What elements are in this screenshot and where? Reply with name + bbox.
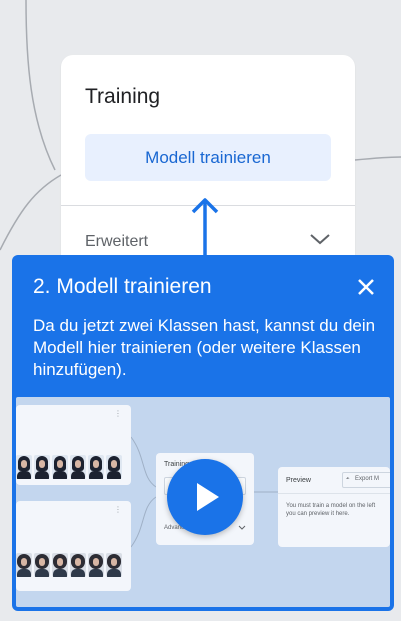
- sample-image: [16, 553, 32, 577]
- sample-image: [34, 455, 50, 479]
- sample-images-row-2: [16, 553, 122, 577]
- sample-image: [88, 455, 104, 479]
- close-icon[interactable]: [356, 277, 376, 297]
- mini-preview-text-1: You must train a model on the left: [286, 503, 376, 509]
- sample-image: [34, 553, 50, 577]
- sample-image: [52, 455, 68, 479]
- sample-images-row-1: [16, 455, 122, 479]
- train-model-button[interactable]: Modell trainieren: [85, 134, 331, 181]
- sample-image: [106, 553, 122, 577]
- play-button[interactable]: [167, 459, 243, 535]
- mini-preview-title: Preview: [286, 477, 311, 484]
- play-icon: [197, 483, 219, 511]
- sample-image: [52, 553, 68, 577]
- mini-preview-card: Preview ⩡ Export M You must train a mode…: [278, 467, 390, 547]
- filter-icon: ⩡: [346, 476, 350, 482]
- class-card-2: ⋮: [16, 501, 131, 591]
- tutorial-description: Da du jetzt zwei Klassen hast, kannst du…: [33, 316, 376, 379]
- sample-image: [70, 553, 86, 577]
- sample-image: [70, 455, 86, 479]
- divider: [278, 493, 390, 494]
- more-icon: ⋮: [114, 505, 123, 514]
- arrow-up-icon: [191, 198, 219, 256]
- more-icon: ⋮: [114, 409, 123, 418]
- class-card-1: ⋮: [16, 405, 131, 485]
- sample-image: [16, 455, 32, 479]
- mini-export-label: Export M: [355, 476, 380, 482]
- chevron-down-icon: [310, 234, 330, 245]
- tutorial-popup: 2. Modell trainieren Da du jetzt zwei Kl…: [12, 255, 394, 611]
- sample-image: [88, 553, 104, 577]
- tutorial-video-preview[interactable]: ⋮ ⋮ Training Advanced Preview ⩡ Export M…: [16, 397, 390, 607]
- mini-export-button: ⩡ Export M: [342, 472, 390, 488]
- advanced-label: Erweitert: [85, 233, 149, 250]
- chevron-down-icon: [238, 525, 246, 530]
- tutorial-title: 2. Modell trainieren: [33, 275, 212, 298]
- training-title: Training: [85, 85, 161, 108]
- mini-preview-text-2: you can preview it here.: [286, 511, 350, 517]
- sample-image: [106, 455, 122, 479]
